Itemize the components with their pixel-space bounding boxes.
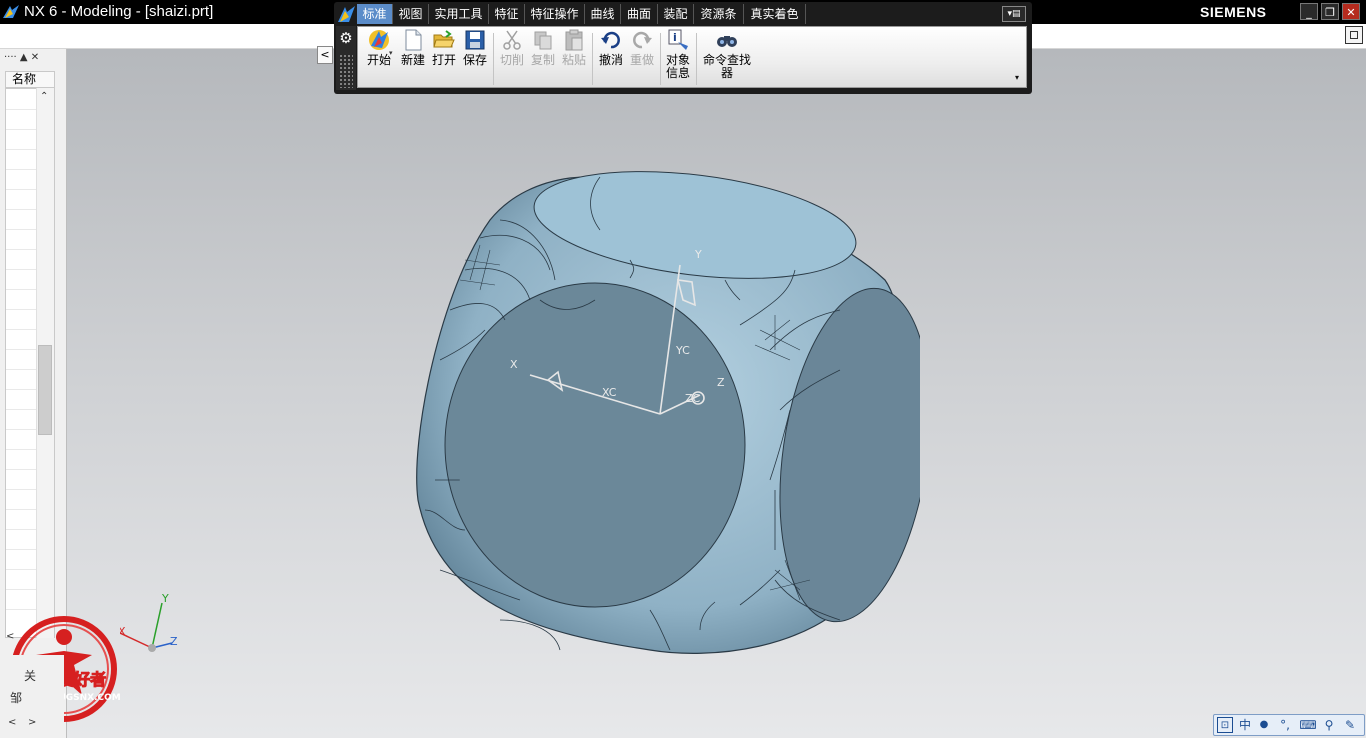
punctuation-toggle-icon[interactable]: °, (1274, 717, 1296, 733)
bottom-panel-tab-1[interactable]: 关 (2, 655, 64, 683)
object-info-button[interactable]: i 对象 信息 (663, 28, 693, 80)
window-title: NX 6 - Modeling - [shaizi.prt] (24, 3, 214, 20)
scroll-up-arrow-icon[interactable]: ⌃ (40, 91, 48, 102)
tab-feature[interactable]: 特征 (489, 4, 525, 24)
svg-text:Z: Z (717, 376, 725, 389)
start-dropdown-icon[interactable]: ▾ (389, 49, 393, 57)
undo-arrow-icon (601, 31, 620, 49)
ime-logo-icon[interactable]: ⊡ (1217, 717, 1233, 733)
new-file-icon (405, 29, 422, 51)
ime-status-tray: ⊡ 中 ● °, ⌨ ⚲ ✎ (1213, 714, 1365, 736)
open-folder-icon (433, 30, 455, 48)
ime-tools-icon[interactable]: ⚲ (1320, 717, 1338, 733)
svg-text:X: X (510, 358, 518, 371)
tab-curve[interactable]: 曲线 (585, 4, 621, 24)
nx-toolbar-logo-icon (338, 6, 355, 22)
ime-chinese-toggle[interactable]: 中 (1236, 717, 1254, 733)
start-button[interactable]: 开始 (362, 28, 396, 67)
new-button[interactable]: 新建 (398, 28, 428, 67)
start-icon (369, 30, 389, 50)
standard-toolbar: 标准 视图 实用工具 特征 特征操作 曲线 曲面 装配 资源条 真实着色 ▾▤ … (334, 2, 1032, 94)
undo-button[interactable]: 撤消 (596, 28, 626, 67)
redo-button[interactable]: 重做 (627, 28, 657, 67)
svg-text:YC: YC (675, 344, 690, 357)
navigator-header[interactable]: ···· ▲ ✕ (4, 52, 62, 66)
svg-text:ZC: ZC (685, 392, 701, 405)
ime-settings-icon[interactable]: ✎ (1340, 717, 1360, 733)
binoculars-icon (717, 36, 737, 47)
restore-button[interactable]: ❐ (1321, 3, 1339, 20)
nx-logo-icon (3, 5, 19, 18)
scissors-icon (503, 30, 521, 50)
redo-arrow-icon (633, 31, 652, 49)
name-column-header[interactable]: 名称 (5, 71, 55, 88)
toolbar-body: 开始 ▾ 新建 打开 保存 切削 复制 粘贴 撤消 重做 i 对象 信息 命令查… (357, 26, 1027, 88)
bottom-panel-scroll: < > (2, 711, 64, 736)
navigator-scroll-thumb[interactable] (38, 345, 52, 435)
svg-text:Y: Y (161, 592, 169, 605)
toolbar-options-button[interactable]: ▾▤ (1002, 6, 1026, 22)
info-icon: i (668, 29, 688, 50)
copy-icon (534, 31, 552, 50)
paste-clipboard-icon (565, 29, 583, 51)
tab-utilities[interactable]: 实用工具 (429, 4, 489, 24)
tab-view[interactable]: 视图 (393, 4, 429, 24)
tab-true-shading[interactable]: 真实着色 (744, 4, 806, 24)
close-button[interactable]: ✕ (1342, 3, 1360, 20)
tab-assembly[interactable]: 装配 (658, 4, 694, 24)
soft-keyboard-icon[interactable]: ⌨ (1298, 717, 1318, 733)
tab-resource-bar[interactable]: 资源条 (694, 4, 744, 24)
save-disk-icon (465, 30, 485, 50)
bottom-panel-tab-2[interactable]: 邹 (2, 683, 64, 711)
tab-feature-operation[interactable]: 特征操作 (525, 4, 585, 24)
svg-text:Y: Y (694, 248, 702, 261)
toolbar-more-icon[interactable]: ▾ (1015, 73, 1019, 82)
open-button[interactable]: 打开 (429, 28, 459, 67)
scroll-right-icon[interactable]: > (28, 717, 36, 728)
svg-text:i: i (673, 31, 677, 44)
cut-button[interactable]: 切削 (497, 28, 527, 67)
tab-standard[interactable]: 标准 (357, 4, 393, 24)
toolbar-tabs: 标准 视图 实用工具 特征 特征操作 曲线 曲面 装配 资源条 真实着色 (357, 4, 1003, 24)
dice-model[interactable]: Y YC X XC Z ZC (380, 150, 920, 660)
dice-front-face (444, 282, 746, 608)
minimize-button[interactable]: _ (1300, 3, 1318, 20)
command-finder-button[interactable]: 命令查找器 (700, 28, 754, 80)
svg-text:XC: XC (602, 386, 617, 399)
save-button[interactable]: 保存 (460, 28, 490, 67)
paste-button[interactable]: 粘贴 (559, 28, 589, 67)
scroll-left-icon[interactable]: < (8, 717, 16, 728)
full-width-toggle-icon[interactable]: ● (1256, 717, 1272, 733)
copy-button[interactable]: 复制 (528, 28, 558, 67)
svg-text:Z: Z (170, 635, 178, 648)
gear-icon[interactable]: ⚙ (336, 28, 356, 48)
drag-handle-icon[interactable] (339, 54, 353, 88)
collapse-panel-button[interactable]: < (317, 46, 333, 64)
tab-surface[interactable]: 曲面 (621, 4, 658, 24)
restore-doc-button[interactable] (1345, 26, 1363, 44)
brand-logo: SIEMENS (1200, 4, 1267, 20)
